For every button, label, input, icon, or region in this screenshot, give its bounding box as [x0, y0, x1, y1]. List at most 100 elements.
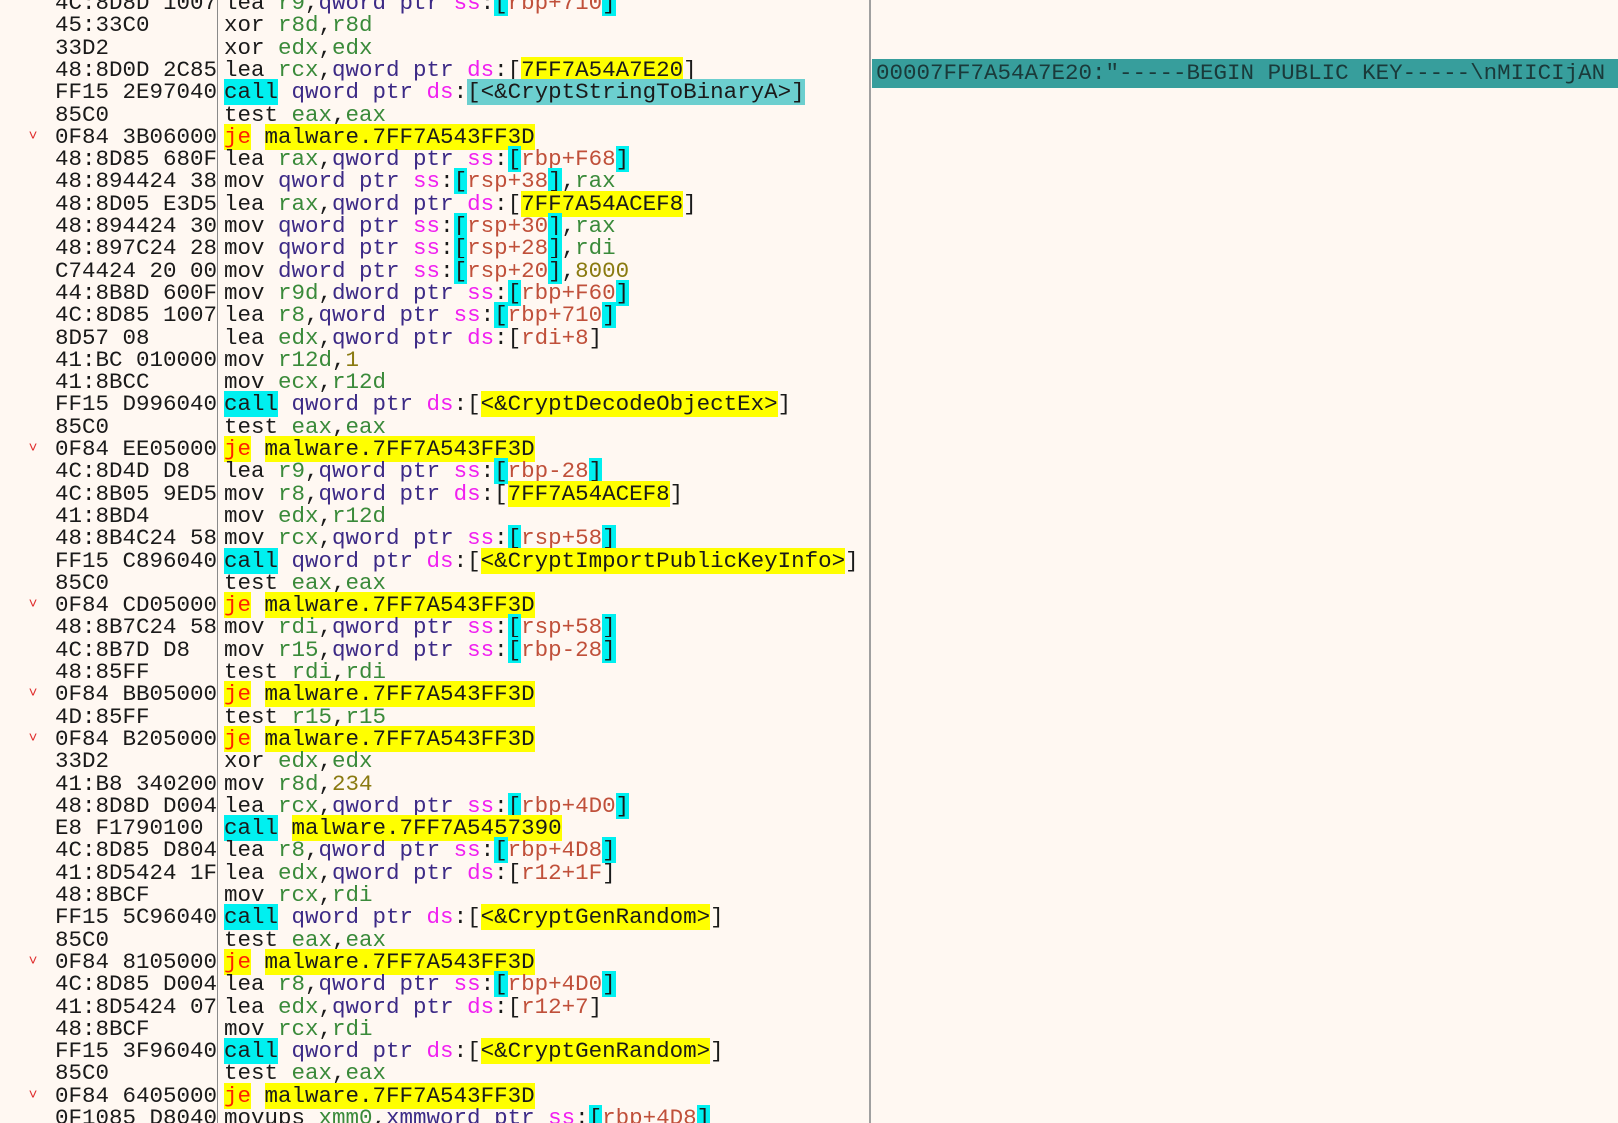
instruction-row[interactable]: FF15 C896040 call qword ptr ds:[<&CryptIm… — [0, 547, 870, 574]
instruction-row[interactable]: 48:894424 38 mov qword ptr ss:[rsp+38],ra… — [0, 168, 870, 195]
instruction-text: lea rax,qword ptr ds:[7FF7A54ACEF8] — [224, 190, 697, 217]
bracket-highlight: ] — [615, 792, 630, 819]
instruction-row[interactable]: FF15 2E97040 call qword ptr ds:[<&CryptSt… — [0, 79, 870, 106]
instruction-row[interactable]: 4D:85FF test r15,r15 — [0, 705, 870, 728]
instruction-row[interactable]: 48:894424 30 mov qword ptr ss:[rsp+30],ra… — [0, 213, 870, 239]
instruction-text: mov r9d,dword ptr ss:[rbp+F60] — [224, 279, 630, 306]
instruction-text: mov rdi,qword ptr ss:[rsp+58] — [224, 614, 616, 641]
instruction-row[interactable]: 41:8BD4 mov edx,r12d — [0, 504, 870, 528]
instruction-bytes: 0F84 CD05000 — [55, 594, 217, 617]
instruction-bytes: 33D2 — [55, 36, 110, 59]
instruction-bytes: 85C0 — [55, 415, 110, 438]
instruction-row[interactable]: ˅ 0F84 B205000 je malware.7FF7A543FF3D — [0, 725, 870, 752]
segment: ds — [426, 1038, 454, 1065]
instruction-text: lea edx,qword ptr ds:[r12+7] — [224, 993, 602, 1020]
instruction-row[interactable]: 48:8B4C24 58 mov rcx,qword ptr ss:[rsp+58… — [0, 525, 870, 552]
instruction-bytes: 41:BC 010000 — [55, 348, 217, 372]
bracket-highlight: ] — [696, 1105, 711, 1123]
instruction-row[interactable]: 4C:8D4D D8 lea r9,qword ptr ss:[rbp-28] — [0, 458, 870, 485]
instruction-row[interactable]: C74424 20 00 mov dword ptr ss:[rsp+20],80… — [0, 257, 870, 284]
disassembly-view[interactable]: 4C:8D8D 1007 lea r9,qword ptr ss:[rbp+710… — [0, 0, 870, 1123]
info-box-string-reference: 00007FF7A54A7E20:"-----BEGIN PUBLIC KEY-… — [872, 59, 1618, 88]
instruction-bytes: 48:8BCF — [55, 1017, 150, 1041]
punctuation: [ — [507, 324, 522, 351]
punctuation: [ — [507, 859, 522, 886]
instruction-row[interactable]: 4C:8B05 9ED5 mov r8,qword ptr ds:[7FF7A54… — [0, 480, 870, 507]
instruction-row[interactable]: 44:8B8D 600F mov r9d,dword ptr ss:[rbp+F6… — [0, 279, 870, 306]
instruction-row[interactable]: 48:8D8D D004 lea rcx,qword ptr ss:[rbp+4D… — [0, 792, 870, 819]
instruction-bytes: 48:8D8D D004 — [55, 794, 217, 818]
instruction-row[interactable]: 8D57 08 lea edx,qword ptr ds:[rdi+8] — [0, 324, 870, 351]
instruction-row[interactable]: 33D2 xor edx,edx — [0, 36, 870, 59]
instruction-bytes: 41:8D5424 1F — [55, 861, 217, 884]
instruction-row[interactable]: 45:33C0 xor r8d,r8d — [0, 14, 870, 37]
instruction-row[interactable]: 33D2 xor edx,edx — [0, 750, 870, 773]
instruction-bytes: 8D57 08 — [55, 326, 150, 349]
instruction-row[interactable]: 41:B8 340200 mov r8d,234 — [0, 772, 870, 795]
segment: ss — [548, 1105, 576, 1123]
jump-arrow-down-icon[interactable]: ˅ — [26, 438, 40, 460]
instruction-row[interactable]: ˅ 0F84 BB05000 je malware.7FF7A543FF3D — [0, 681, 870, 708]
instruction-row[interactable]: 4C:8D85 D004 lea r8,qword ptr ss:[rbp+4D0… — [0, 971, 870, 998]
jump-arrow-down-icon[interactable]: ˅ — [26, 951, 40, 973]
instruction-row[interactable]: 48:8BCF mov rcx,rdi — [0, 1017, 870, 1041]
instruction-row[interactable]: FF15 D996040 call qword ptr ds:[<&CryptDe… — [0, 391, 870, 418]
instruction-bytes: 48:894424 38 — [55, 170, 217, 193]
instruction-row[interactable]: 41:8BCC mov ecx,r12d — [0, 371, 870, 394]
instruction-row[interactable]: 48:8D85 680F lea rax,qword ptr ss:[rbp+F6… — [0, 146, 870, 173]
instruction-row[interactable]: ˅ 0F84 EE05000 je malware.7FF7A543FF3D — [0, 436, 870, 462]
instruction-row[interactable]: 48:8D0D 2C85 lea rcx,qword ptr ds:[7FF7A5… — [0, 56, 870, 83]
punctuation: [ — [507, 993, 522, 1020]
instruction-bytes: 0F84 3B06000 — [55, 125, 217, 149]
instruction-row[interactable]: 85C0 test eax,eax — [0, 572, 870, 595]
instruction-row[interactable]: 85C0 test eax,eax — [0, 928, 870, 951]
address-label: <&CryptGenRandom> — [480, 1038, 711, 1065]
punctuation: ] — [669, 480, 684, 507]
instruction-row[interactable]: 41:BC 010000 mov r12d,1 — [0, 348, 870, 372]
instruction-bytes: FF15 D996040 — [55, 393, 217, 416]
instruction-row[interactable]: 48:897C24 28 mov qword ptr ss:[rsp+28],rd… — [0, 235, 870, 262]
punctuation: : — [494, 859, 508, 886]
jump-arrow-down-icon[interactable]: ˅ — [26, 728, 40, 750]
instruction-row[interactable]: 48:8D05 E3D5 lea rax,qword ptr ds:[7FF7A5… — [0, 190, 870, 217]
punctuation: ] — [602, 859, 616, 886]
jump-arrow-down-icon[interactable]: ˅ — [26, 126, 40, 148]
instruction-bytes: 85C0 — [55, 1062, 110, 1085]
instruction-row[interactable]: 85C0 test eax,eax — [0, 103, 870, 126]
instruction-row[interactable]: 85C0 test eax,eax — [0, 415, 870, 438]
jump-arrow-down-icon[interactable]: ˅ — [26, 594, 40, 616]
segment: ds — [426, 904, 454, 931]
instruction-text: mov r8,qword ptr ds:[7FF7A54ACEF8] — [224, 480, 684, 507]
instruction-row[interactable]: 48:85FF test rdi,rdi — [0, 661, 870, 684]
panel-divider[interactable] — [869, 0, 871, 1123]
instruction-row[interactable]: FF15 5C96040 call qword ptr ds:[<&CryptGe… — [0, 904, 870, 931]
instruction-row[interactable]: ˅ 0F84 8105000 je malware.7FF7A543FF3D — [0, 948, 870, 975]
instruction-text: lea edx,qword ptr ds:[rdi+8] — [224, 324, 602, 351]
instruction-row[interactable]: ˅ 0F84 CD05000 je malware.7FF7A543FF3D — [0, 592, 870, 619]
instruction-text: call qword ptr ds:[<&CryptGenRandom>] — [224, 1038, 724, 1065]
instruction-row[interactable]: 85C0 test eax,eax — [0, 1062, 870, 1085]
jump-arrow-down-icon[interactable]: ˅ — [26, 1085, 40, 1107]
instruction-bytes: 0F84 EE05000 — [55, 438, 217, 461]
instruction-row[interactable]: ˅ 0F84 3B06000 je malware.7FF7A543FF3D — [0, 123, 870, 150]
instruction-row[interactable]: FF15 3F96040 call qword ptr ds:[<&CryptGe… — [0, 1038, 870, 1065]
instruction-text: mov r15,qword ptr ss:[rbp-28] — [224, 636, 616, 663]
instruction-row[interactable]: 0F1085 D8040 movups xmm0,xmmword ptr ss:[… — [0, 1105, 870, 1123]
instruction-row[interactable]: 4C:8B7D D8 mov r15,qword ptr ss:[rbp-28] — [0, 636, 870, 663]
instruction-row[interactable]: E8 F1790100 call malware.7FF7A5457390 — [0, 815, 870, 842]
instruction-text: lea r8,qword ptr ss:[rbp+4D0] — [224, 971, 616, 998]
instruction-text: xor r8d,r8d — [224, 14, 373, 37]
instruction-text: mov qword ptr ss:[rsp+30],rax — [224, 213, 616, 239]
punctuation: [ — [467, 1038, 481, 1065]
instruction-row[interactable]: 41:8D5424 07 lea edx,qword ptr ds:[r12+7] — [0, 993, 870, 1020]
instruction-row[interactable]: 4C:8D8D 1007 lea r9,qword ptr ss:[rbp+710… — [0, 0, 870, 16]
instruction-row[interactable]: 4C:8D85 D804 lea r8,qword ptr ss:[rbp+4D8… — [0, 837, 870, 864]
instruction-row[interactable]: 48:8B7C24 58 mov rdi,qword ptr ss:[rsp+58… — [0, 614, 870, 641]
instruction-row[interactable]: ˅ 0F84 6405000 je malware.7FF7A543FF3D — [0, 1082, 870, 1109]
instruction-row[interactable]: 41:8D5424 1F lea edx,qword ptr ds:[r12+1F… — [0, 859, 870, 886]
instruction-row[interactable]: 4C:8D85 1007 lea r8,qword ptr ss:[rbp+710… — [0, 302, 870, 329]
jump-arrow-down-icon[interactable]: ˅ — [26, 683, 40, 705]
punctuation: ] — [845, 547, 859, 574]
instruction-bytes: 41:8BD4 — [55, 504, 150, 528]
instruction-row[interactable]: 48:8BCF mov rcx,rdi — [0, 884, 870, 907]
